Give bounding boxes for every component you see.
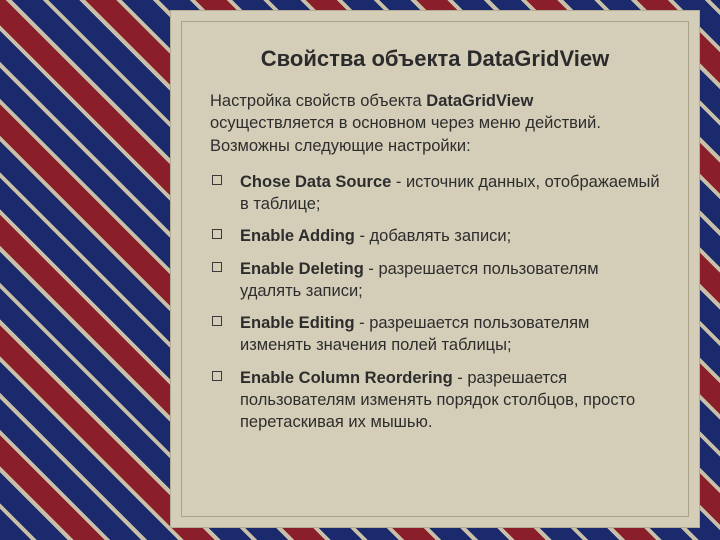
property-desc: - добавлять записи; bbox=[355, 227, 511, 245]
property-term: Chose Data Source bbox=[240, 173, 391, 191]
intro-suffix: осуществляется в основном через меню дей… bbox=[210, 114, 601, 154]
properties-list: Chose Data Source - источник данных, ото… bbox=[204, 171, 666, 444]
property-term: Enable Deleting bbox=[240, 260, 364, 278]
intro-bold-term: DataGridView bbox=[426, 92, 533, 110]
list-item: Enable Column Reordering - разрешается п… bbox=[206, 367, 660, 444]
list-item: Enable Editing - разрешается пользовател… bbox=[206, 312, 660, 367]
list-item: Chose Data Source - источник данных, ото… bbox=[206, 171, 660, 226]
content-panel: Свойства объекта DataGridView Настройка … bbox=[170, 10, 700, 528]
property-term: Enable Editing bbox=[240, 314, 355, 332]
content-panel-inner: Свойства объекта DataGridView Настройка … bbox=[181, 21, 689, 517]
list-item: Enable Deleting - разрешается пользовате… bbox=[206, 258, 660, 313]
property-term: Enable Adding bbox=[240, 227, 355, 245]
list-item: Enable Adding - добавлять записи; bbox=[206, 225, 660, 257]
intro-paragraph: Настройка свойств объекта DataGridView о… bbox=[210, 90, 660, 157]
slide-background: Свойства объекта DataGridView Настройка … bbox=[0, 0, 720, 540]
intro-prefix: Настройка свойств объекта bbox=[210, 92, 426, 110]
page-title: Свойства объекта DataGridView bbox=[204, 46, 666, 72]
property-term: Enable Column Reordering bbox=[240, 369, 453, 387]
